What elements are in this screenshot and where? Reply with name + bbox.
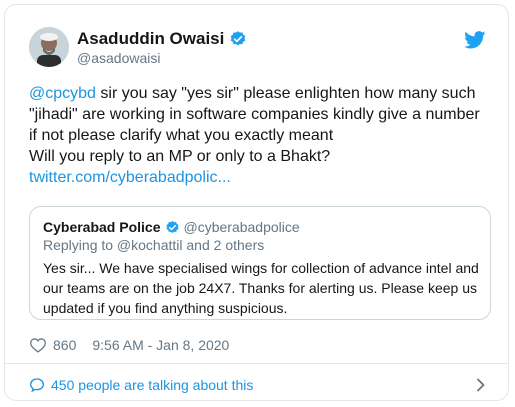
verified-badge-icon [229, 30, 247, 48]
quoted-tweet[interactable]: Cyberabad Police @cyberabadpolice Replyi… [29, 206, 491, 320]
quoted-tweet-text: Yes sir... We have specialised wings for… [43, 258, 483, 318]
verified-badge-icon [165, 220, 180, 235]
author-display-name[interactable]: Asaduddin Owaisi [77, 29, 224, 49]
avatar-image [29, 27, 69, 67]
tweet-text-line-2: "jihadi" are working in software compani… [29, 106, 480, 123]
tweet-meta: 860 9:56 AM - Jan 8, 2020 [29, 337, 229, 353]
quoted-handle: @cyberabadpolice [183, 219, 300, 235]
talking-about-link[interactable]: 450 people are talking about this [29, 377, 253, 393]
talking-about-label[interactable]: 450 people are talking about this [51, 377, 253, 393]
quoted-display-name: Cyberabad Police [43, 219, 161, 235]
tweet-text-line-1-rest: sir you say "yes sir" please enlighten h… [95, 85, 476, 102]
author-handle[interactable]: @asadowaisi [77, 50, 160, 66]
mention-link[interactable]: @cpcybd [29, 85, 96, 102]
tweet-text-line-1: @cpcybd sir you say "yes sir" please enl… [29, 83, 499, 104]
chevron-right-icon[interactable] [476, 378, 486, 392]
quoted-text-line-3: updated if you find anything suspicious. [43, 300, 288, 316]
divider [5, 363, 508, 364]
quoted-author-row: Cyberabad Police @cyberabadpolice [43, 219, 300, 235]
author-name-row[interactable]: Asaduddin Owaisi [77, 29, 247, 49]
tweet-text: @cpcybd sir you say "yes sir" please enl… [29, 83, 499, 188]
heart-icon[interactable] [29, 337, 47, 353]
twitter-bird-icon[interactable] [464, 31, 486, 49]
tweet-text-line-4: Will you reply to an MP or only to a Bha… [29, 148, 331, 165]
tweet-url-link[interactable]: twitter.com/cyberabadpolic... [29, 167, 499, 188]
avatar[interactable] [29, 27, 69, 67]
tweet-text-line-3: if not please clarify what you exactly m… [29, 127, 334, 144]
like-count[interactable]: 860 [53, 337, 76, 353]
tweet-card: Asaduddin Owaisi @asadowaisi @cpcybd sir… [4, 4, 509, 401]
tweet-timestamp[interactable]: 9:56 AM - Jan 8, 2020 [92, 337, 229, 353]
speech-bubble-icon [29, 377, 45, 393]
quoted-replying-to: Replying to @kochattil and 2 others [43, 237, 265, 253]
quoted-text-line-2: our teams are on the job 24X7. Thanks fo… [43, 280, 477, 296]
quoted-text-line-1: Yes sir... We have specialised wings for… [43, 260, 479, 276]
